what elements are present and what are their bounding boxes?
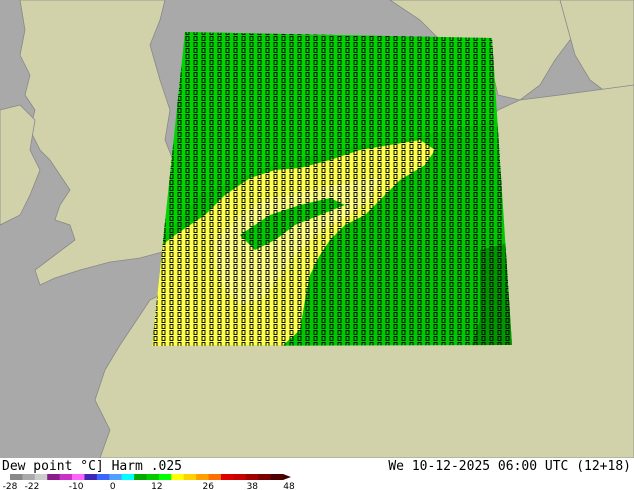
dew-point-map	[0, 0, 634, 459]
colorbar-swatch	[258, 474, 272, 480]
colorbar-swatch	[146, 474, 160, 480]
colorbar-swatches	[10, 474, 291, 480]
colorbar-tick-label: -28	[3, 482, 18, 490]
colorbar-tick-labels: -28 -22 -10 0 12 26 38 48	[3, 482, 295, 490]
colorbar-swatch	[171, 474, 185, 480]
dew-point-field	[152, 32, 512, 346]
colorbar-tick-label: 38	[247, 482, 259, 490]
colorbar-swatch	[10, 474, 23, 480]
colorbar-swatch	[158, 474, 172, 480]
colorbar-swatch	[22, 474, 36, 480]
colorbar-swatch	[134, 474, 147, 480]
colorbar-swatch	[245, 474, 259, 480]
colorbar-tick-label: -10	[69, 482, 84, 490]
colorbar-swatch	[109, 474, 123, 480]
colorbar-swatch	[84, 474, 98, 480]
colorbar-arrow	[283, 474, 291, 480]
colorbar-swatch	[59, 474, 73, 480]
colorbar-swatch	[121, 474, 135, 480]
colorbar-tick-label: 48	[283, 482, 295, 490]
colorbar-swatch	[220, 474, 234, 480]
colorbar-swatch	[96, 474, 110, 480]
colorbar-swatch	[47, 474, 61, 480]
colorbar-swatch	[196, 474, 210, 480]
colorbar-swatch	[270, 474, 284, 480]
colorbar-swatch	[208, 474, 222, 480]
map-title: Dew point °C] Harm .025	[2, 459, 183, 474]
colorbar-legend: -28 -22 -10 0 12 26 38 48	[3, 474, 295, 490]
colorbar-tick-label: 0	[110, 482, 116, 490]
footer-bar: Dew point °C] Harm .025 We 10-12-2025 06…	[0, 458, 634, 490]
colorbar-tick-label: 26	[203, 482, 215, 490]
colorbar-tick-label: -22	[25, 482, 40, 490]
colorbar-tick-label: 12	[151, 482, 162, 490]
colorbar-swatch	[183, 474, 197, 480]
colorbar-swatch	[72, 474, 85, 480]
map-canvas	[0, 0, 634, 459]
colorbar-swatch	[233, 474, 247, 480]
station-markers	[152, 32, 512, 346]
valid-time: We 10-12-2025 06:00 UTC (12+18)	[388, 459, 631, 474]
colorbar-swatch	[34, 474, 48, 480]
